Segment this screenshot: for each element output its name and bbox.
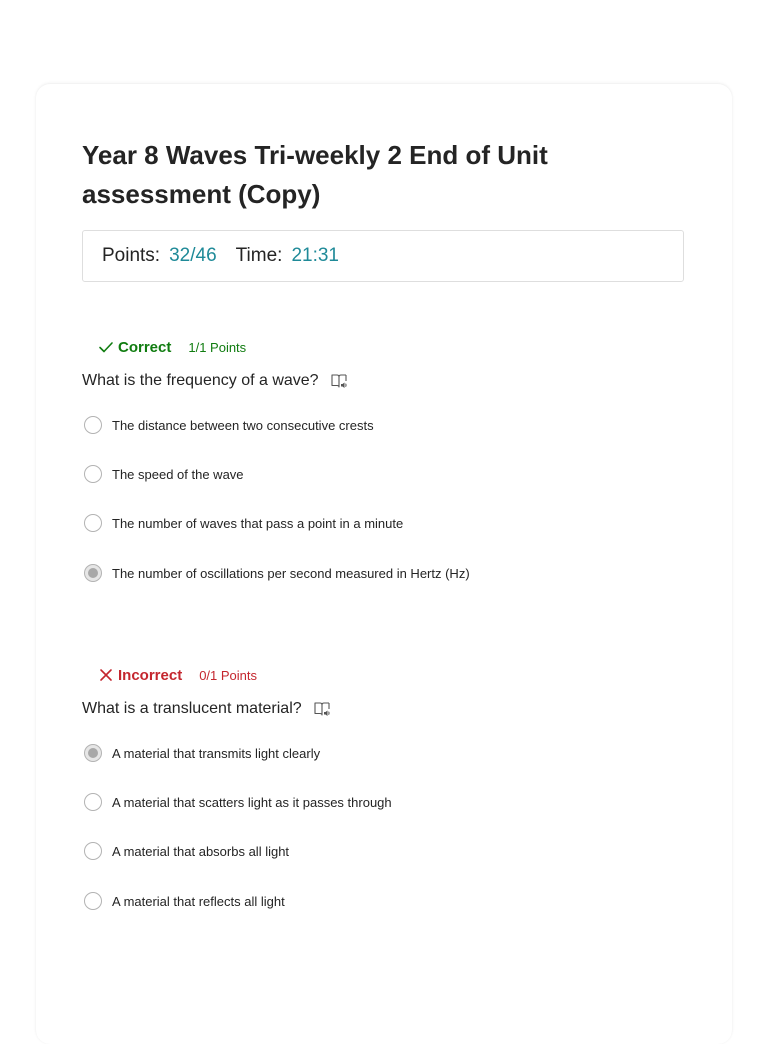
- status-label: Correct: [118, 338, 172, 356]
- option-3[interactable]: The number of waves that pass a point in…: [84, 512, 403, 534]
- radio-button[interactable]: [84, 514, 102, 532]
- score-summary: Points: 32/46 Time: 21:31: [82, 230, 684, 282]
- option-label: The number of waves that pass a point in…: [112, 515, 404, 531]
- option-2[interactable]: The speed of the wave: [84, 463, 244, 485]
- time-label: Time:: [235, 245, 283, 266]
- option-label: A material that scatters light as it pas…: [112, 794, 392, 810]
- radio-button[interactable]: [84, 416, 102, 434]
- option-label: A material that reflects all light: [112, 893, 285, 909]
- option-label: A material that transmits light clearly: [112, 745, 321, 761]
- question-text: What is the frequency of a wave?: [82, 370, 348, 392]
- question-text-label: What is the frequency of a wave?: [82, 372, 319, 389]
- option-1[interactable]: The distance between two consecutive cre…: [84, 414, 374, 436]
- points-value: 32/46: [169, 245, 217, 266]
- question-status: Incorrect 0/1 Points: [98, 665, 257, 685]
- radio-button[interactable]: [84, 465, 102, 483]
- radio-button[interactable]: [84, 892, 102, 910]
- radio-button-selected[interactable]: [84, 564, 102, 582]
- question-text: What is a translucent material?: [82, 698, 331, 720]
- question-points: 1/1 Points: [188, 339, 247, 355]
- option-label: A material that absorbs all light: [112, 843, 290, 859]
- option-4[interactable]: A material that reflects all light: [84, 890, 285, 912]
- time-value: 21:31: [291, 245, 339, 266]
- quiz-title: Year 8 Waves Tri-weekly 2 End of Unit as…: [82, 140, 548, 209]
- radio-button[interactable]: [84, 793, 102, 811]
- checkmark-icon: [99, 342, 113, 353]
- option-label: The number of oscillations per second me…: [112, 565, 470, 581]
- points-label: Points:: [102, 245, 161, 266]
- option-label: The speed of the wave: [112, 466, 244, 482]
- cross-icon: [100, 669, 112, 681]
- immersive-reader-icon[interactable]: [330, 372, 348, 390]
- immersive-reader-icon[interactable]: [313, 700, 331, 718]
- option-2[interactable]: A material that scatters light as it pas…: [84, 791, 392, 813]
- option-4[interactable]: The number of oscillations per second me…: [84, 562, 470, 584]
- status-label: Incorrect: [118, 666, 183, 684]
- question-points: 0/1 Points: [199, 667, 258, 683]
- radio-button[interactable]: [84, 842, 102, 860]
- question-text-label: What is a translucent material?: [82, 700, 302, 717]
- option-1[interactable]: A material that transmits light clearly: [84, 742, 320, 764]
- radio-button-selected[interactable]: [84, 744, 102, 762]
- option-3[interactable]: A material that absorbs all light: [84, 840, 289, 862]
- question-status: Correct 1/1 Points: [98, 337, 246, 357]
- option-label: The distance between two consecutive cre…: [112, 417, 374, 433]
